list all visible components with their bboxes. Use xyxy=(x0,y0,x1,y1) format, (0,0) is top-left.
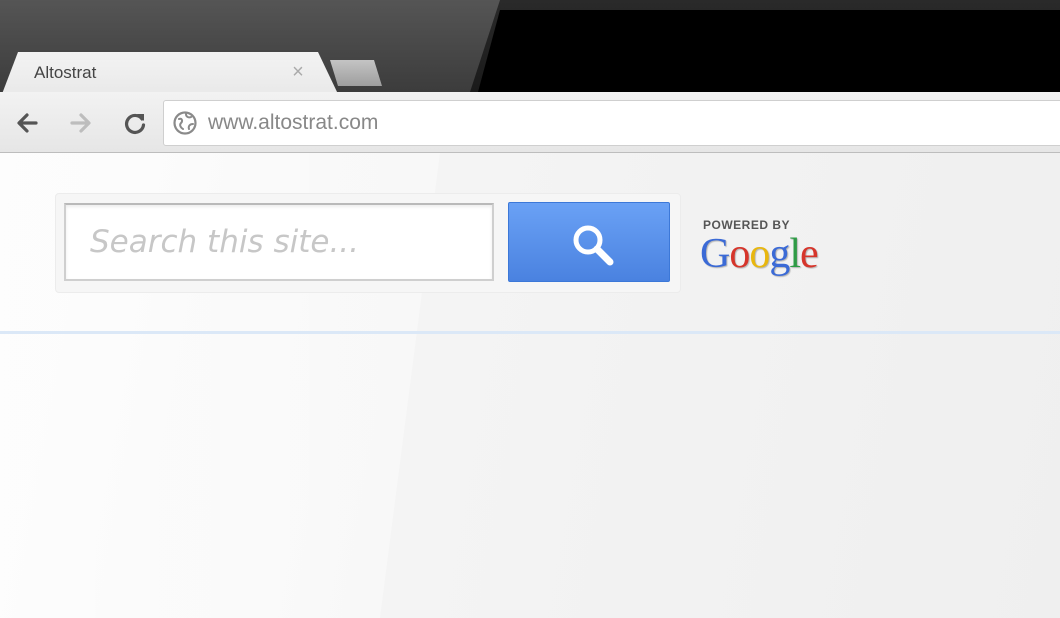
magnifier-icon xyxy=(573,225,614,266)
reload-icon[interactable] xyxy=(120,108,150,138)
google-letter: o xyxy=(729,231,750,277)
back-arrow-icon[interactable] xyxy=(12,108,42,138)
new-tab-button[interactable] xyxy=(330,60,382,86)
search-button[interactable] xyxy=(508,202,670,282)
google-letter: g xyxy=(769,231,790,277)
google-letter: l xyxy=(789,231,801,277)
globe-icon xyxy=(172,110,198,136)
google-letter: o xyxy=(749,231,770,277)
browser-window: Altostrat × www.altostrat.com P xyxy=(0,0,1060,618)
content-divider xyxy=(0,331,1060,334)
google-letter: G xyxy=(700,231,730,277)
google-logo: Google xyxy=(700,228,819,280)
search-input[interactable] xyxy=(64,203,494,281)
address-url[interactable]: www.altostrat.com xyxy=(208,111,378,135)
forward-arrow-icon[interactable] xyxy=(66,108,96,138)
tab-close-icon[interactable]: × xyxy=(288,60,308,84)
google-letter: e xyxy=(800,231,819,277)
tab-title: Altostrat xyxy=(34,63,97,82)
